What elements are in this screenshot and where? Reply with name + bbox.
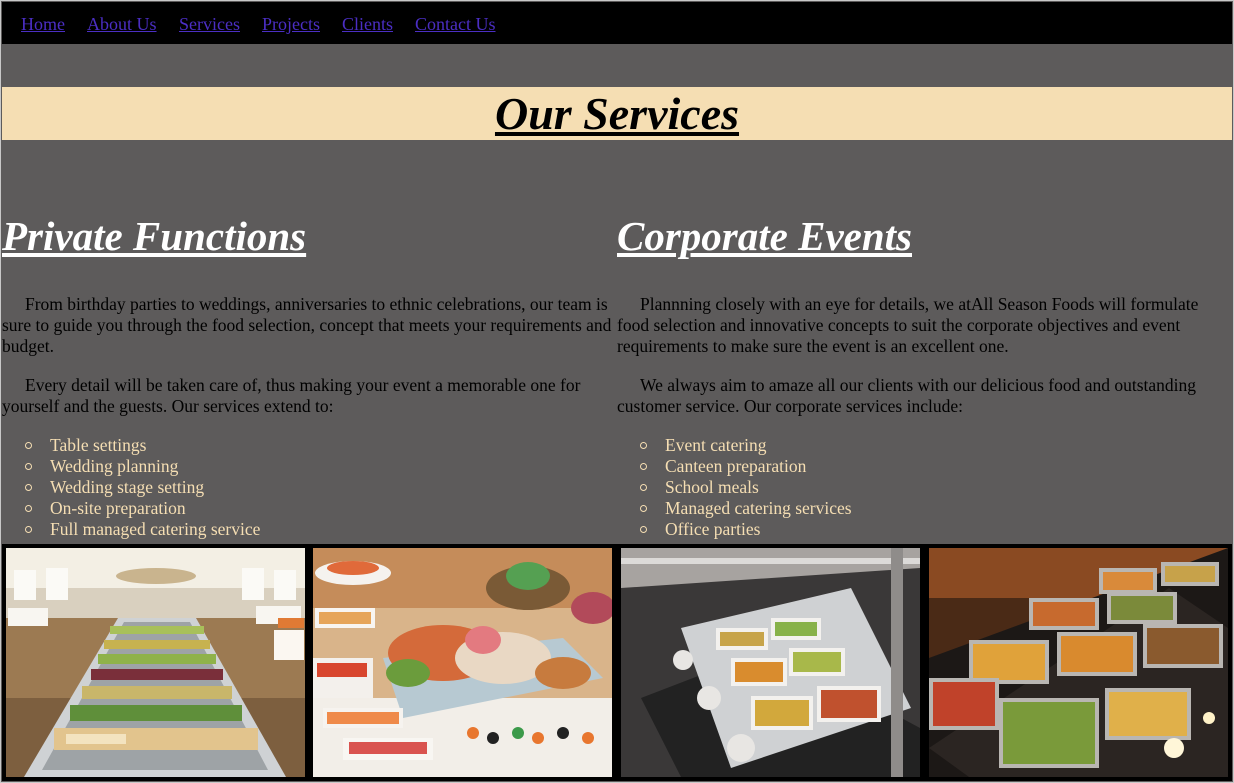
list-item: Wedding planning [24,456,612,477]
circle-bullet-icon [25,526,32,533]
list-item-label: Managed catering services [665,498,852,518]
nav-link-services[interactable]: Services [179,13,240,35]
private-detail-paragraph: Every detail will be taken care of, thus… [2,375,581,416]
list-item: Canteen preparation [639,456,1227,477]
list-item-label: Full managed catering service [50,519,261,539]
circle-bullet-icon [25,442,32,449]
list-item: Full managed catering service [24,519,612,540]
circle-bullet-icon [640,505,647,512]
list-item: Event catering [639,435,1227,456]
page-title: Our Services [494,88,740,139]
list-item-label: Canteen preparation [665,456,807,476]
corporate-detail-paragraph: We always aim to amaze all our clients w… [617,375,1197,416]
nav-link-about-us[interactable]: About Us [87,13,157,35]
list-item: Managed catering services [639,498,1227,519]
private-intro-paragraph: From birthday parties to weddings, anniv… [2,294,612,356]
list-item-label: On-site preparation [50,498,186,518]
services-banner: Our Services [2,87,1232,140]
buffet-counter-photo [621,548,920,777]
list-item-label: School meals [665,477,759,497]
list-item-label: Wedding planning [50,456,179,476]
private-services-list: Table settings Wedding planning Wedding … [2,435,612,540]
corporate-events-heading: Corporate Events [617,213,912,259]
circle-bullet-icon [640,442,647,449]
list-item: On-site preparation [24,498,612,519]
buffet-hall-photo [6,548,305,777]
list-item: Office parties [639,519,1227,540]
private-functions-section: Private Functions From birthday parties … [2,208,612,540]
list-item: School meals [639,477,1227,498]
circle-bullet-icon [25,463,32,470]
nav-link-clients[interactable]: Clients [342,13,393,35]
photo-gallery [2,544,1232,781]
list-item: Wedding stage setting [24,477,612,498]
corporate-events-section: Corporate Events Plannning closely with … [617,208,1227,540]
circle-bullet-icon [640,463,647,470]
seafood-buffet-photo [313,548,612,777]
private-functions-heading: Private Functions [2,213,307,259]
corporate-services-list: Event catering Canteen preparation Schoo… [617,435,1227,540]
circle-bullet-icon [640,484,647,491]
circle-bullet-icon [640,526,647,533]
list-item-label: Office parties [665,519,761,539]
list-item-label: Wedding stage setting [50,477,205,497]
list-item-label: Event catering [665,435,767,455]
corporate-intro-paragraph: Plannning closely with an eye for detail… [617,294,1199,356]
chafing-dishes-photo [929,548,1228,777]
nav-link-home[interactable]: Home [21,13,65,35]
circle-bullet-icon [25,484,32,491]
top-nav: Home About Us Services Projects Clients … [2,2,1232,44]
nav-link-contact-us[interactable]: Contact Us [415,13,496,35]
list-item: Table settings [24,435,612,456]
nav-link-projects[interactable]: Projects [262,13,320,35]
list-item-label: Table settings [50,435,147,455]
circle-bullet-icon [25,505,32,512]
